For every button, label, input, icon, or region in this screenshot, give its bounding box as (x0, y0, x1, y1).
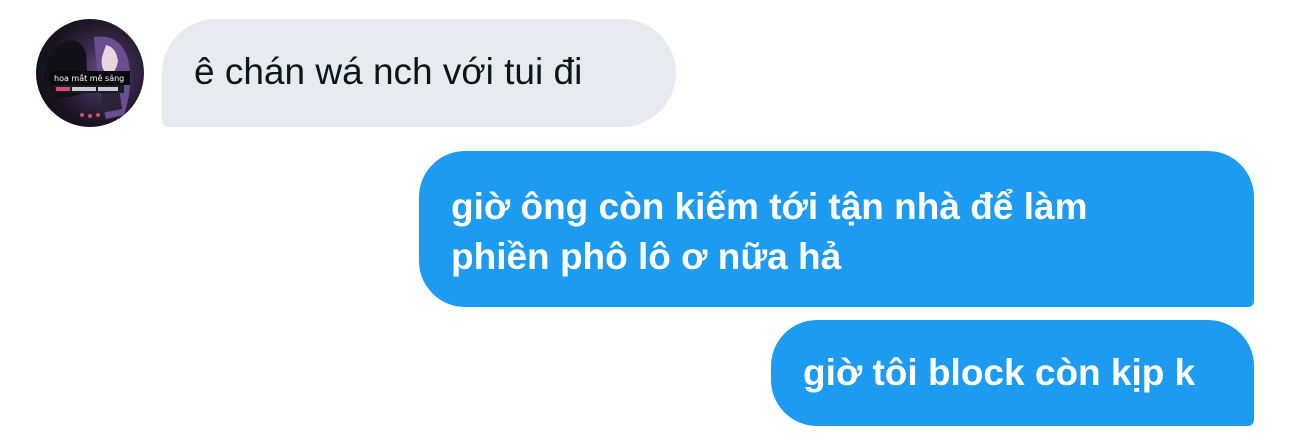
sender-avatar[interactable]: hoa mắt mê sảng (36, 19, 144, 127)
outgoing-message-line: phiền phô lô ơ nữa hả (451, 236, 842, 277)
outgoing-message-bubble[interactable]: giờ tôi block còn kịp k (771, 320, 1254, 426)
message-thread: hoa mắt mê sảng ê chán wá nch với tui đi… (0, 0, 1290, 436)
avatar-caption: hoa mắt mê sảng (54, 73, 124, 83)
outgoing-message-line: giờ ông còn kiếm tới tận nhà để làm (451, 186, 1088, 227)
outgoing-message-text: giờ tôi block còn kịp k (803, 352, 1196, 393)
outgoing-message-bubble[interactable]: giờ ông còn kiếm tới tận nhà để làm phiề… (419, 151, 1254, 307)
incoming-message-bubble[interactable]: ê chán wá nch với tui đi (162, 19, 676, 127)
incoming-message-text: ê chán wá nch với tui đi (194, 51, 583, 92)
avatar-artwork-icon: hoa mắt mê sảng (44, 36, 131, 119)
